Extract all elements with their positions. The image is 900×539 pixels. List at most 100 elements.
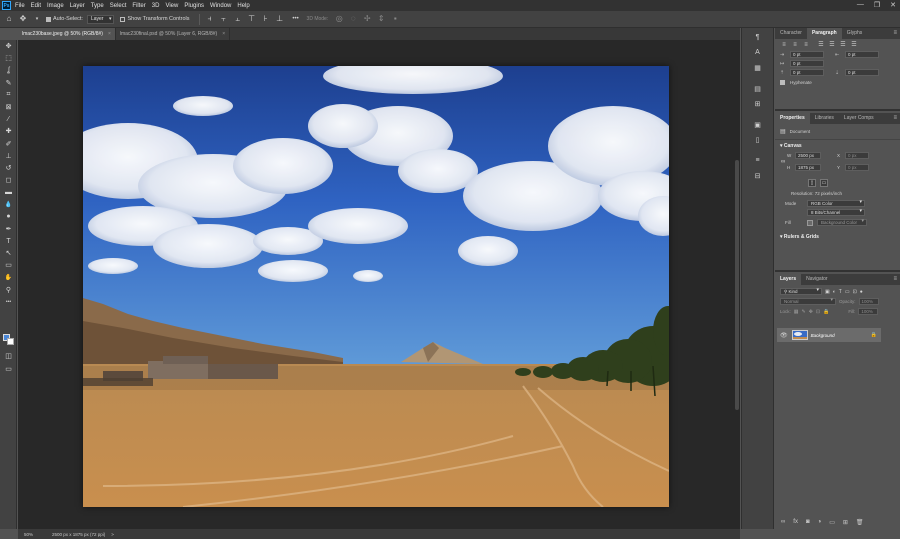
crop-tool-icon[interactable]: ⌗ <box>0 89 17 101</box>
3d-slide-icon[interactable]: ⇕ <box>376 14 386 24</box>
justify-all-icon[interactable]: ☰ <box>850 42 858 49</box>
type-tool-icon[interactable]: T <box>0 235 17 247</box>
pen-tool-icon[interactable]: ✒ <box>0 223 17 235</box>
close-tab-icon[interactable]: × <box>222 31 225 37</box>
justify-last-right-icon[interactable]: ☰ <box>839 42 847 49</box>
quick-select-tool-icon[interactable]: ✎ <box>0 77 17 89</box>
filter-toggle-icon[interactable]: ● <box>860 289 863 295</box>
menu-3d[interactable]: 3D <box>152 3 160 9</box>
layer-row-background[interactable]: 👁 Background 🔒 <box>777 328 881 342</box>
channels-panel-icon[interactable]: ⊟ <box>751 170 765 181</box>
align-right-icon[interactable]: ⫠ <box>233 14 243 24</box>
status-arrow-icon[interactable]: > <box>111 532 114 537</box>
fill-select[interactable]: Background Color <box>817 219 867 226</box>
filter-kind-select[interactable]: ⚲ Kind <box>780 288 822 295</box>
paragraph-panel-icon[interactable]: ¶ <box>751 32 765 43</box>
filter-smart-object-icon[interactable]: ⊡ <box>853 289 857 295</box>
menu-type[interactable]: Type <box>91 3 104 9</box>
fill-opacity-field[interactable]: 100% <box>858 308 879 315</box>
marquee-tool-icon[interactable]: ⬚ <box>0 52 17 64</box>
menu-filter[interactable]: Filter <box>132 3 145 9</box>
screen-mode-icon[interactable]: ▭ <box>0 363 17 375</box>
maximize-icon[interactable]: ❐ <box>874 1 880 9</box>
lasso-tool-icon[interactable]: ʆ <box>0 64 17 76</box>
y-field[interactable]: 0 px <box>845 164 869 171</box>
more-tools-icon[interactable]: ••• <box>0 296 17 308</box>
rectangle-tool-icon[interactable]: ▭ <box>0 259 17 271</box>
frame-tool-icon[interactable]: ⊠ <box>0 101 17 113</box>
layer-name[interactable]: Background <box>811 333 835 338</box>
landscape-orientation-icon[interactable]: ▭ <box>820 179 828 187</box>
canvas-section-title[interactable]: ▾ Canvas <box>775 140 900 149</box>
menu-window[interactable]: Window <box>210 3 231 9</box>
lock-image-icon[interactable]: ✎ <box>802 309 806 315</box>
zoom-level[interactable]: 50% <box>24 532 48 537</box>
filter-pixel-icon[interactable]: ▣ <box>825 289 830 295</box>
auto-select-checkbox[interactable] <box>46 16 51 22</box>
history-panel-icon[interactable]: ▯ <box>751 134 765 145</box>
move-tool-preset-icon[interactable]: ✥ <box>18 14 28 24</box>
libraries-panel-icon[interactable]: ▣ <box>751 119 765 130</box>
blur-tool-icon[interactable]: 💧 <box>0 198 17 210</box>
properties-panel-icon[interactable]: ▤ <box>751 83 765 94</box>
filter-shape-icon[interactable]: ▭ <box>845 289 850 295</box>
tab-glyphs[interactable]: Glyphs <box>842 28 868 39</box>
more-options-icon[interactable]: ••• <box>289 14 303 24</box>
canvas-area[interactable] <box>18 40 740 529</box>
color-mode-select[interactable]: RGB Color <box>807 200 865 207</box>
move-tool-icon[interactable]: ✥ <box>0 40 17 52</box>
indent-right-field[interactable]: 0 pt <box>845 51 879 58</box>
blend-mode-select[interactable]: Normal <box>780 298 836 305</box>
eraser-tool-icon[interactable]: ◻ <box>0 174 17 186</box>
3d-scale-icon[interactable]: ▪ <box>390 14 400 24</box>
tab-character[interactable]: Character <box>775 28 807 39</box>
new-layer-icon[interactable]: ⊞ <box>843 519 848 526</box>
link-icon[interactable]: ∞ <box>781 159 785 165</box>
menu-file[interactable]: File <box>15 3 25 9</box>
link-layers-icon[interactable]: ∞ <box>781 519 785 526</box>
tab-paragraph[interactable]: Paragraph <box>806 28 842 39</box>
tab-lmac230final[interactable]: lmac230final.psd @ 50% (Layer 6, RGB/8#)… <box>115 28 231 40</box>
align-center-text-icon[interactable]: ≡ <box>791 42 799 49</box>
show-transform-checkbox[interactable] <box>120 16 126 22</box>
eyedropper-tool-icon[interactable]: ⁄ <box>0 113 17 125</box>
close-tab-icon[interactable]: × <box>108 31 111 37</box>
background-color-swatch[interactable] <box>7 338 14 345</box>
align-middle-icon[interactable]: ⊦ <box>261 14 271 24</box>
menu-plugins[interactable]: Plugins <box>184 3 204 9</box>
vertical-scrollbar[interactable] <box>735 160 739 410</box>
3d-orbit-icon[interactable]: ◎ <box>334 14 344 24</box>
character-panel-icon[interactable]: A <box>751 47 765 58</box>
auto-select-target-select[interactable]: Layer <box>86 14 115 24</box>
actions-panel-icon[interactable]: ≡ <box>751 155 765 166</box>
bit-depth-select[interactable]: 8 Bits/Channel <box>807 209 865 216</box>
new-group-icon[interactable]: ▭ <box>829 519 835 526</box>
space-after-field[interactable]: 0 pt <box>845 69 879 76</box>
tab-layer-comps[interactable]: Layer Comps <box>839 113 879 124</box>
document-image[interactable] <box>83 66 669 507</box>
visibility-eye-icon[interactable]: 👁 <box>780 332 788 339</box>
justify-last-left-icon[interactable]: ☰ <box>817 42 825 49</box>
panel-menu-icon[interactable]: ≡ <box>893 276 897 282</box>
tab-navigator[interactable]: Navigator <box>801 274 832 285</box>
layer-style-icon[interactable]: fx <box>793 519 798 526</box>
align-center-icon[interactable]: ⫟ <box>219 14 229 24</box>
adjustment-layer-icon[interactable]: ◑ <box>818 519 822 526</box>
menu-image[interactable]: Image <box>47 3 64 9</box>
tab-layers[interactable]: Layers <box>775 274 802 285</box>
hand-tool-icon[interactable]: ✋ <box>0 272 17 284</box>
delete-layer-icon[interactable]: 🗑 <box>856 519 864 526</box>
minimize-icon[interactable]: — <box>857 1 864 9</box>
adjustments-panel-icon[interactable]: ⊞ <box>751 98 765 109</box>
tab-libraries[interactable]: Libraries <box>810 113 839 124</box>
menu-view[interactable]: View <box>165 3 178 9</box>
tab-lmac230base[interactable]: lmac230base.jpeg @ 50% (RGB/8#) × <box>18 28 116 40</box>
3d-pan-icon[interactable]: ✢ <box>362 14 372 24</box>
align-right-text-icon[interactable]: ≡ <box>802 42 810 49</box>
portrait-orientation-icon[interactable]: ▯ <box>808 179 816 187</box>
height-field[interactable]: 1875 px <box>795 164 821 171</box>
fill-swatch[interactable] <box>807 219 813 226</box>
align-top-icon[interactable]: ⊤ <box>247 14 257 24</box>
add-mask-icon[interactable]: ◙ <box>806 519 810 526</box>
gradient-tool-icon[interactable]: ▬ <box>0 186 17 198</box>
